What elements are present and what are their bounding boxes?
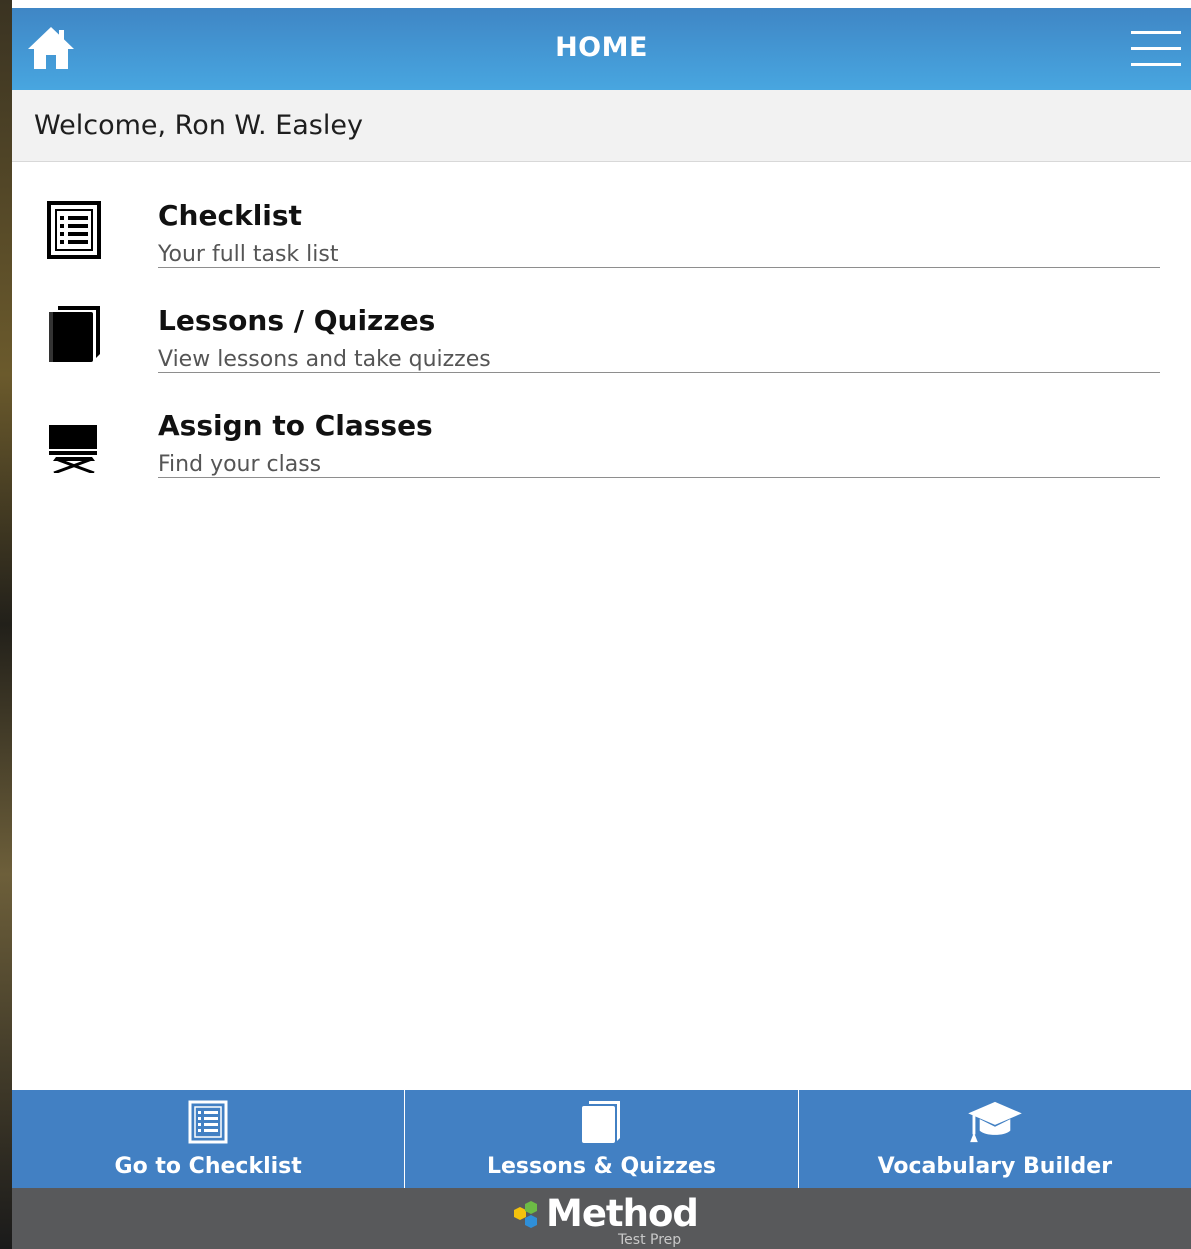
app-header: HOME [12, 8, 1191, 90]
logo-wordmark: Method [546, 1192, 699, 1235]
book-icon [49, 306, 100, 362]
lessons-quizzes-button[interactable]: Lessons & Quizzes [405, 1090, 799, 1188]
go-to-checklist-button[interactable]: Go to Checklist [12, 1090, 406, 1188]
welcome-text: Welcome, Ron W. Easley [34, 110, 363, 141]
footer: Method Test Prep [12, 1188, 1191, 1249]
checklist-icon [47, 201, 101, 259]
checklist-icon [188, 1100, 228, 1144]
menu-item-subtitle: Find your class [158, 452, 322, 477]
window-edge [0, 0, 12, 1249]
menu-item-title: Lessons / Quizzes [158, 304, 436, 337]
menu-item-checklist[interactable]: Checklist Your full task list [12, 163, 1191, 268]
top-strip [12, 0, 1191, 8]
hexagon-logo-icon [514, 1201, 537, 1228]
menu-item-body: Checklist Your full task list [158, 163, 1160, 268]
home-menu-list: Checklist Your full task list Lessons / … [12, 163, 1191, 478]
nav-label: Lessons & Quizzes [486, 1154, 717, 1179]
menu-item-subtitle: Your full task list [158, 242, 339, 267]
vocabulary-builder-button[interactable]: Vocabulary Builder [799, 1090, 1191, 1188]
graduation-cap-icon [968, 1101, 1022, 1143]
menu-item-assign-classes[interactable]: Assign to Classes Find your class [12, 373, 1191, 478]
welcome-bar: Welcome, Ron W. Easley [12, 90, 1191, 162]
hamburger-menu-icon [1131, 31, 1181, 66]
method-logo: Method Test Prep [506, 1194, 706, 1249]
page-title: HOME [555, 32, 648, 63]
menu-item-lessons-quizzes[interactable]: Lessons / Quizzes View lessons and take … [12, 268, 1191, 373]
menu-item-title: Checklist [158, 199, 302, 232]
menu-item-body: Assign to Classes Find your class [158, 373, 1160, 478]
nav-label: Vocabulary Builder [877, 1154, 1113, 1179]
logo-tagline: Test Prep [618, 1232, 682, 1248]
menu-button[interactable] [1131, 30, 1181, 68]
menu-item-title: Assign to Classes [158, 409, 433, 442]
classroom-easel-icon [49, 425, 97, 473]
menu-item-body: Lessons / Quizzes View lessons and take … [158, 268, 1160, 373]
book-icon [582, 1101, 621, 1143]
nav-label: Go to Checklist [114, 1154, 302, 1179]
menu-item-subtitle: View lessons and take quizzes [158, 347, 491, 372]
bottom-nav: Go to Checklist Lessons & Quizzes Vocabu… [12, 1090, 1191, 1188]
